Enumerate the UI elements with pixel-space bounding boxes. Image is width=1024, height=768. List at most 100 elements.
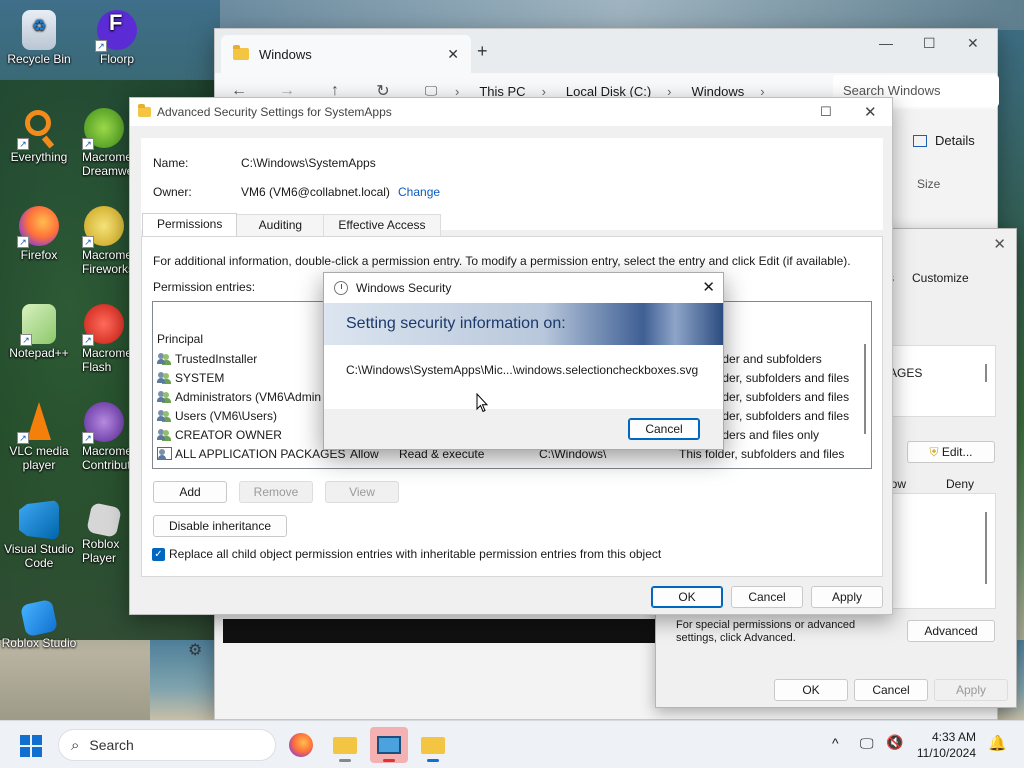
table-row[interactable]: Users (VM6\Users) (157, 406, 277, 425)
user-group-icon (157, 409, 172, 422)
replace-child-permissions-checkbox[interactable]: ✓ Replace all child object permission ent… (152, 547, 661, 562)
permissions-grid-scrollbar[interactable] (985, 512, 987, 584)
group-list[interactable]: AGES (888, 345, 996, 417)
user-group-icon (157, 371, 172, 384)
window-title: Advanced Security Settings for SystemApp… (157, 105, 392, 119)
entries-label: Permission entries: (153, 280, 256, 294)
desktop-icon-label: Macromedia Flash (82, 346, 130, 374)
tab-permissions[interactable]: Permissions (142, 213, 238, 237)
remove-button[interactable]: Remove (239, 481, 313, 503)
explorer-tab-windows[interactable]: Windows ✕ (221, 35, 471, 73)
props-cancel-button[interactable]: Cancel (854, 679, 928, 701)
ok-button[interactable]: OK (651, 586, 723, 608)
start-button[interactable] (20, 735, 42, 757)
change-owner-link[interactable]: Change (398, 185, 440, 199)
dialog-footer: Cancel (324, 409, 723, 450)
taskbar-search-label: Search (89, 737, 134, 753)
taskbar-explorer-2[interactable] (414, 727, 452, 763)
desktop-icon-label: Roblox Player (82, 537, 120, 565)
name-value: C:\Windows\SystemApps (241, 156, 376, 170)
table-row[interactable]: ALL APPLICATION PACKAGES (157, 444, 346, 463)
close-icon[interactable]: ✕ (702, 278, 715, 296)
close-tab-icon[interactable]: ✕ (447, 46, 459, 63)
principal-cell: TrustedInstaller (175, 351, 258, 366)
taskbar-file-explorer[interactable] (326, 727, 364, 763)
maximize-icon[interactable]: ☐ (820, 104, 832, 120)
desktop-icon-notepadpp[interactable]: ↗ Notepad++ (0, 304, 78, 360)
floorp-icon: F ↗ (95, 10, 137, 52)
close-icon[interactable]: ✕ (864, 103, 877, 121)
checkmark-icon: ✓ (152, 548, 165, 562)
principal-column-header[interactable]: Principal (157, 329, 203, 348)
shield-icon: ⛨ (929, 445, 939, 459)
props-apply-button[interactable]: Apply (934, 679, 1008, 701)
disable-inheritance-button[interactable]: Disable inheritance (153, 515, 287, 537)
desktop-icon-everything[interactable]: ↗ Everything (0, 108, 78, 164)
group-list-scrollbar[interactable] (985, 364, 987, 382)
size-column-header[interactable]: Size (917, 177, 940, 191)
group-list-item[interactable]: AGES (889, 366, 922, 380)
entries-scrollbar[interactable] (861, 324, 869, 444)
minimize-icon[interactable]: — (879, 35, 893, 51)
advanced-button[interactable]: Advanced (907, 620, 995, 642)
settings-gear-icon[interactable]: ⚙ (188, 640, 202, 660)
desktop-icon-dreamweaver[interactable]: ↗ Macromedia Dreamweaver (78, 108, 130, 178)
vlc-icon: ↗ (17, 402, 59, 444)
desktop-icon-fireworks[interactable]: ↗ Macromedia Fireworks (78, 206, 130, 276)
firefox-icon (289, 733, 313, 757)
table-row[interactable]: CREATOR OWNER (157, 425, 282, 444)
running-indicator (427, 759, 439, 762)
view-button[interactable]: View (325, 481, 399, 503)
special-permissions-text: For special permissions or advanced sett… (676, 619, 856, 644)
apply-button[interactable]: Apply (811, 586, 883, 608)
cancel-button[interactable]: Cancel (731, 586, 803, 608)
details-label: Details (935, 133, 975, 148)
desktop-icon-recycle-bin[interactable]: ♻ Recycle Bin (0, 10, 78, 66)
advanced-security-titlebar: Advanced Security Settings for SystemApp… (130, 98, 892, 126)
table-row[interactable]: Administrators (VM6\Admin (157, 387, 321, 406)
chevron-up-icon[interactable]: ^ (832, 735, 839, 751)
table-row[interactable]: TrustedInstaller (157, 349, 257, 368)
add-button[interactable]: Add (153, 481, 227, 503)
folder-icon (333, 737, 357, 754)
desktop-icon-label: Floorp (99, 52, 134, 66)
flash-icon: ↗ (82, 304, 124, 346)
vscode-icon (19, 500, 59, 540)
taskbar-search[interactable]: ⌕ Search (58, 729, 276, 761)
desktop-icon-label: Recycle Bin (7, 52, 71, 66)
taskbar-firefox[interactable] (282, 727, 320, 763)
close-icon[interactable]: ✕ (993, 235, 1006, 253)
running-indicator (339, 759, 351, 762)
details-button[interactable]: Details (913, 133, 975, 148)
desktop-icon-floorp[interactable]: F ↗ Floorp (78, 10, 156, 66)
roblox-studio-icon (20, 599, 58, 637)
tab-effective-access[interactable]: Effective Access (323, 214, 441, 236)
edit-button[interactable]: ⛨ Edit... (907, 441, 995, 463)
new-tab-icon[interactable]: + (477, 41, 488, 62)
desktop-icon-vlc[interactable]: ↗ VLC media player (0, 402, 78, 472)
user-group-icon (157, 352, 172, 365)
taskbar-active-app[interactable] (370, 727, 408, 763)
tab-auditing[interactable]: Auditing (236, 214, 325, 236)
explorer-tab-bar: Windows ✕ + — ☐ ✕ (215, 29, 997, 73)
volume-muted-icon[interactable]: 🔇 (886, 734, 903, 751)
desktop-icon-contribute[interactable]: ↗ Macromedia Contribute (78, 402, 130, 472)
explorer-preview-strip (223, 619, 655, 643)
desktop-icon-roblox-player[interactable]: Roblox Player (78, 500, 130, 565)
props-ok-button[interactable]: OK (774, 679, 848, 701)
dialog-cancel-button[interactable]: Cancel (628, 418, 700, 440)
taskbar-clock[interactable]: 4:33 AM 11/10/2024 (917, 729, 976, 761)
network-icon[interactable]: 🖵 (860, 735, 874, 752)
applies-cell: older, subfolders and files (713, 389, 850, 404)
desktop-icon-flash[interactable]: ↗ Macromedia Flash (78, 304, 130, 374)
table-row[interactable]: SYSTEM (157, 368, 224, 387)
maximize-icon[interactable]: ☐ (923, 35, 936, 52)
desktop-icon-vscode[interactable]: Visual Studio Code (0, 500, 78, 570)
desktop-icon-firefox[interactable]: ↗ Firefox (0, 206, 78, 262)
desktop-icon-roblox-studio[interactable]: Roblox Studio (0, 598, 78, 650)
folder-icon (138, 104, 151, 117)
tab-customize[interactable]: Customize (912, 271, 969, 285)
close-window-icon[interactable]: ✕ (967, 35, 979, 52)
desktop-icon-label: Firefox (20, 248, 58, 262)
notification-bell-icon[interactable]: 🔔 (988, 734, 1007, 752)
